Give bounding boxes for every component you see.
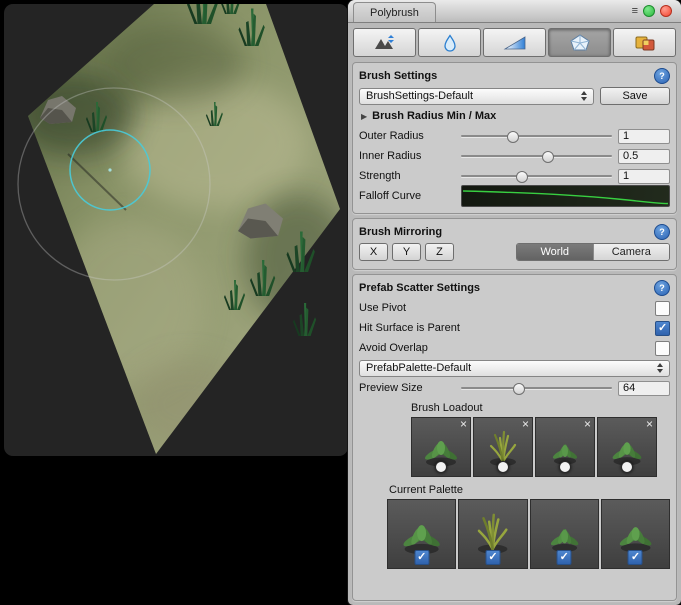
desktop: Polybrush ≡ [0,0,681,605]
brush-loadout-label: Brush Loadout [411,402,670,414]
loadout-radio[interactable] [621,461,633,473]
mirror-space-camera[interactable]: Camera [593,244,670,260]
outer-radius-value[interactable]: 1 [618,129,670,144]
falloff-curve-graph [462,186,669,206]
outer-radius-slider[interactable] [461,129,612,143]
mirror-y-button[interactable]: Y [392,243,421,261]
smooth-tool-button[interactable] [418,28,481,57]
foldout-label: Brush Radius Min / Max [372,110,496,122]
inner-radius-slider[interactable] [461,149,612,163]
scatter-tool-button[interactable] [548,28,611,57]
brush-preset-value: BrushSettings-Default [366,90,473,102]
water-drop-icon [438,34,462,52]
outer-radius-label: Outer Radius [359,130,461,142]
texture-tool-button[interactable] [613,28,676,57]
preview-size-value[interactable]: 64 [618,381,670,396]
window-menu-icon[interactable]: ≡ [632,6,638,17]
help-icon[interactable]: ? [654,280,670,296]
strength-label: Strength [359,170,461,182]
preview-size-label: Preview Size [359,382,461,394]
maximize-dot-icon[interactable] [643,5,655,17]
palette-preset-value: PrefabPalette-Default [366,362,471,374]
help-icon[interactable]: ? [654,224,670,240]
palette-slot[interactable] [530,499,599,569]
current-palette-grid [387,499,670,569]
save-button[interactable]: Save [600,87,670,105]
inner-radius-value[interactable]: 0.5 [618,149,670,164]
palette-checkbox[interactable] [557,550,572,565]
texture-blend-icon [633,34,657,52]
loadout-radio[interactable] [435,461,447,473]
mirror-x-button[interactable]: X [359,243,388,261]
foldout-arrow-icon: ▶ [361,112,367,121]
window-tab[interactable]: Polybrush [353,2,436,22]
section-title: Brush Settings [359,70,437,82]
hit-surface-checkbox[interactable] [655,321,670,336]
dropdown-caret-icon [653,363,663,373]
palette-slot[interactable] [387,499,456,569]
prefab-scatter-section: Prefab Scatter Settings ? Use Pivot Hit … [352,274,677,601]
paint-tool-button[interactable] [483,28,546,57]
loadout-slot[interactable]: × [411,417,471,477]
brush-radius-foldout[interactable]: ▶ Brush Radius Min / Max [359,107,670,125]
brush-settings-section: Brush Settings ? BrushSettings-Default S… [352,62,677,214]
loadout-slot[interactable]: × [597,417,657,477]
polybrush-window: Polybrush ≡ [348,0,681,605]
prism-icon [568,34,592,52]
palette-slot[interactable] [601,499,670,569]
dropdown-caret-icon [577,91,587,101]
window-titlebar[interactable]: Polybrush ≡ [348,0,681,23]
help-icon[interactable]: ? [654,68,670,84]
mirror-z-button[interactable]: Z [425,243,454,261]
palette-preset-dropdown[interactable]: PrefabPalette-Default [359,360,670,377]
loadout-radio[interactable] [497,461,509,473]
preview-size-slider[interactable] [461,381,612,395]
inner-radius-label: Inner Radius [359,150,461,162]
avoid-overlap-checkbox[interactable] [655,341,670,356]
brush-loadout-grid: × × × × [411,417,670,477]
palette-slot[interactable] [458,499,527,569]
strength-value[interactable]: 1 [618,169,670,184]
brush-center-dot [108,168,111,171]
mirror-space-toggle: World Camera [516,243,670,261]
hit-surface-label: Hit Surface is Parent [359,322,460,334]
brush-mirroring-section: Brush Mirroring ? X Y Z World Camera [352,218,677,270]
remove-icon[interactable]: × [460,418,467,431]
palette-checkbox[interactable] [485,550,500,565]
loadout-radio[interactable] [559,461,571,473]
loadout-slot[interactable]: × [535,417,595,477]
current-palette-label: Current Palette [389,484,670,496]
remove-icon[interactable]: × [646,418,653,431]
palette-checkbox[interactable] [414,550,429,565]
titlebar-controls: ≡ [623,5,681,17]
strength-slider[interactable] [461,169,612,183]
mountain-arrows-icon [373,34,397,52]
mirror-space-world[interactable]: World [517,244,593,260]
use-pivot-checkbox[interactable] [655,301,670,316]
window-title: Polybrush [370,7,419,19]
tool-toolbar [348,23,681,60]
remove-icon[interactable]: × [584,418,591,431]
scene-view[interactable] [4,4,348,456]
section-title: Prefab Scatter Settings [359,282,480,294]
sculpt-tool-button[interactable] [353,28,416,57]
loadout-slot[interactable]: × [473,417,533,477]
falloff-curve-field[interactable] [461,185,670,207]
remove-icon[interactable]: × [522,418,529,431]
terrain-render [4,4,348,456]
gradient-triangle-icon [503,34,527,52]
close-dot-icon[interactable] [660,5,672,17]
brush-preset-dropdown[interactable]: BrushSettings-Default [359,88,594,105]
avoid-overlap-label: Avoid Overlap [359,342,428,354]
falloff-curve-label: Falloff Curve [359,190,461,202]
use-pivot-label: Use Pivot [359,302,406,314]
palette-checkbox[interactable] [628,550,643,565]
section-title: Brush Mirroring [359,226,442,238]
